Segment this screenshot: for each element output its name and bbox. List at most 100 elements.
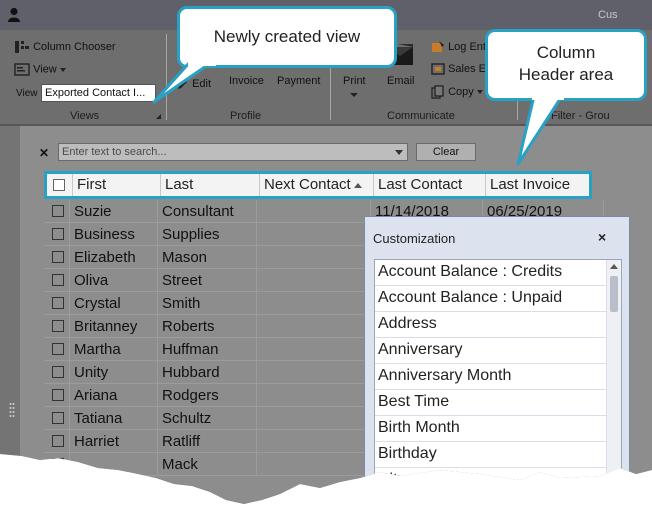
- group-launcher-icon: [156, 114, 161, 119]
- field-list-item[interactable]: Address: [375, 312, 607, 338]
- table-cell: Supplies: [158, 223, 257, 246]
- row-checkbox[interactable]: [52, 435, 64, 447]
- print-button[interactable]: Print: [343, 75, 366, 97]
- copy-label: Copy: [448, 85, 474, 98]
- table-cell: Oliva: [70, 269, 158, 292]
- table-cell: [257, 292, 371, 315]
- table-cell: [70, 453, 158, 476]
- column-header-label: Last Invoice: [490, 176, 571, 193]
- table-cell: Smith: [158, 292, 257, 315]
- row-select-cell: [44, 384, 70, 407]
- column-chooser-icon: [15, 41, 29, 53]
- column-header-last-invoice[interactable]: Last Invoice: [486, 174, 589, 196]
- row-select-cell: [44, 200, 70, 223]
- column-header-area: First Last Next Contact Last Contact Las…: [44, 171, 592, 199]
- left-panel-strip: [0, 126, 20, 504]
- row-select-cell: [44, 361, 70, 384]
- header-callout-line1: Column: [536, 43, 596, 62]
- field-list: Client as of City Birthday Birth Month Best …: [374, 259, 622, 519]
- field-list-item[interactable]: Account Balance : Credits: [375, 260, 607, 286]
- row-select-cell: [44, 292, 70, 315]
- table-cell: [257, 315, 371, 338]
- table-cell: [257, 246, 371, 269]
- table-cell: Ariana: [70, 384, 158, 407]
- row-checkbox[interactable]: [52, 412, 64, 424]
- copy-button[interactable]: Copy: [431, 85, 483, 99]
- row-checkbox[interactable]: [52, 320, 64, 332]
- field-list-item[interactable]: City: [375, 468, 607, 494]
- field-list-item[interactable]: Anniversary: [375, 338, 607, 364]
- row-select-cell: [44, 315, 70, 338]
- clear-button[interactable]: Clear: [416, 143, 476, 161]
- field-list-item[interactable]: Best Time: [375, 390, 607, 416]
- row-select-cell: [44, 269, 70, 292]
- row-checkbox[interactable]: [52, 205, 64, 217]
- email-label: Email: [387, 75, 415, 87]
- chevron-down-icon: [476, 90, 483, 94]
- chevron-down-icon[interactable]: [395, 150, 403, 155]
- search-input[interactable]: Enter text to search...: [58, 143, 408, 161]
- callout-pointer: [516, 94, 564, 166]
- row-checkbox[interactable]: [52, 366, 64, 378]
- field-list-item[interactable]: Birth Month: [375, 416, 607, 442]
- close-icon[interactable]: ✕: [39, 146, 49, 160]
- table-cell: Ratliff: [158, 430, 257, 453]
- scrollbar[interactable]: [607, 260, 621, 519]
- chevron-down-icon: [59, 67, 66, 72]
- row-checkbox[interactable]: [52, 228, 64, 240]
- chevron-down-icon: [350, 93, 359, 97]
- row-select-cell: [44, 338, 70, 361]
- row-checkbox[interactable]: [52, 389, 64, 401]
- table-cell: Business: [70, 223, 158, 246]
- table-cell: Martha: [70, 338, 158, 361]
- callout-pointer: [152, 60, 216, 104]
- invoice-button[interactable]: Invoice: [229, 75, 264, 87]
- table-cell: Elizabeth: [70, 246, 158, 269]
- row-checkbox[interactable]: [52, 297, 64, 309]
- views-group-label: Views: [70, 110, 100, 122]
- field-list-item[interactable]: Birthday: [375, 442, 607, 468]
- column-header-first[interactable]: First: [73, 174, 161, 196]
- column-chooser-button[interactable]: Column Chooser: [14, 40, 116, 54]
- payment-button[interactable]: Payment: [277, 75, 320, 87]
- field-list-item[interactable]: Client as of: [375, 494, 607, 504]
- row-checkbox[interactable]: [52, 251, 64, 263]
- column-header-next-contact[interactable]: Next Contact: [260, 174, 374, 196]
- table-cell: Roberts: [158, 315, 257, 338]
- table-cell: Harriet: [70, 430, 158, 453]
- table-cell: [257, 407, 371, 430]
- column-header-label: Next Contact: [264, 176, 351, 193]
- row-checkbox[interactable]: [52, 343, 64, 355]
- row-checkbox[interactable]: [52, 458, 64, 470]
- scroll-thumb[interactable]: [610, 276, 618, 312]
- field-list-item[interactable]: Anniversary Month: [375, 364, 607, 390]
- view-icon: [14, 63, 30, 76]
- user-icon: [8, 7, 20, 22]
- table-cell: [257, 453, 371, 476]
- close-icon[interactable]: ×: [598, 229, 606, 245]
- sales-event-button[interactable]: Sales Ev: [431, 63, 491, 75]
- row-select-cell: [44, 430, 70, 453]
- column-chooser-label: Column Chooser: [33, 40, 116, 53]
- view-menu-button[interactable]: View: [14, 63, 66, 76]
- column-header-last-contact[interactable]: Last Contact: [374, 174, 486, 196]
- view-select[interactable]: Exported Contact I...: [41, 84, 156, 102]
- column-header-label: Last Contact: [378, 176, 463, 193]
- scroll-down-icon[interactable]: [610, 514, 618, 519]
- table-cell: Tatiana: [70, 407, 158, 430]
- scroll-up-icon[interactable]: [610, 264, 618, 269]
- view-callout: Newly created view: [177, 6, 397, 68]
- row-checkbox[interactable]: [52, 274, 64, 286]
- table-cell: Street: [158, 269, 257, 292]
- row-select-cell: [44, 407, 70, 430]
- email-button[interactable]: Email: [387, 75, 415, 87]
- row-select-cell: [44, 223, 70, 246]
- log-entry-label: Log Ent: [448, 41, 486, 53]
- select-all-checkbox[interactable]: [53, 179, 65, 191]
- table-cell: [257, 338, 371, 361]
- table-cell: Crystal: [70, 292, 158, 315]
- log-entry-button[interactable]: Log Ent: [431, 41, 486, 53]
- grip-icon[interactable]: [9, 402, 15, 422]
- column-header-last[interactable]: Last: [161, 174, 260, 196]
- field-list-item[interactable]: Account Balance : Unpaid: [375, 286, 607, 312]
